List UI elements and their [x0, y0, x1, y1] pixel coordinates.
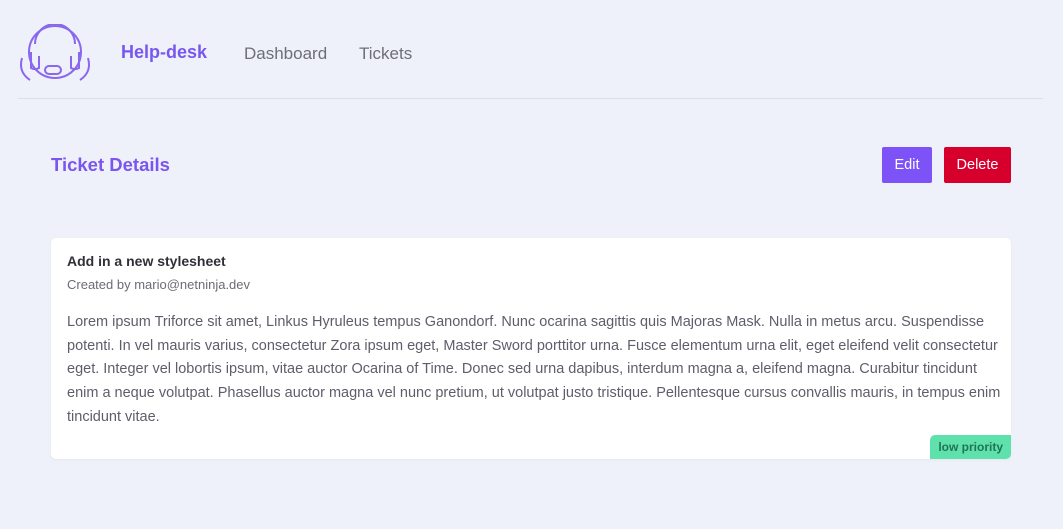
- ticket-body: Lorem ipsum Triforce sit amet, Linkus Hy…: [67, 314, 1001, 425]
- top-navbar: Help-desk Dashboard Tickets: [18, 0, 1043, 99]
- edit-button[interactable]: Edit: [882, 147, 932, 183]
- ticket-card: Add in a new stylesheet Created by mario…: [51, 238, 1011, 459]
- ticket-author: Created by mario@netninja.dev: [67, 277, 251, 292]
- ticket-title: Add in a new stylesheet: [67, 253, 226, 269]
- headset-support-icon[interactable]: [18, 24, 92, 82]
- nav-link-tickets[interactable]: Tickets: [359, 44, 412, 64]
- ticket-details-page: Help-desk Dashboard Tickets Ticket Detai…: [0, 0, 1063, 529]
- page-title: Ticket Details: [51, 154, 170, 175]
- nav-link-dashboard[interactable]: Dashboard: [244, 44, 327, 64]
- brand-link[interactable]: Help-desk: [121, 42, 207, 63]
- delete-button[interactable]: Delete: [944, 147, 1011, 183]
- priority-badge: low priority: [930, 435, 1011, 459]
